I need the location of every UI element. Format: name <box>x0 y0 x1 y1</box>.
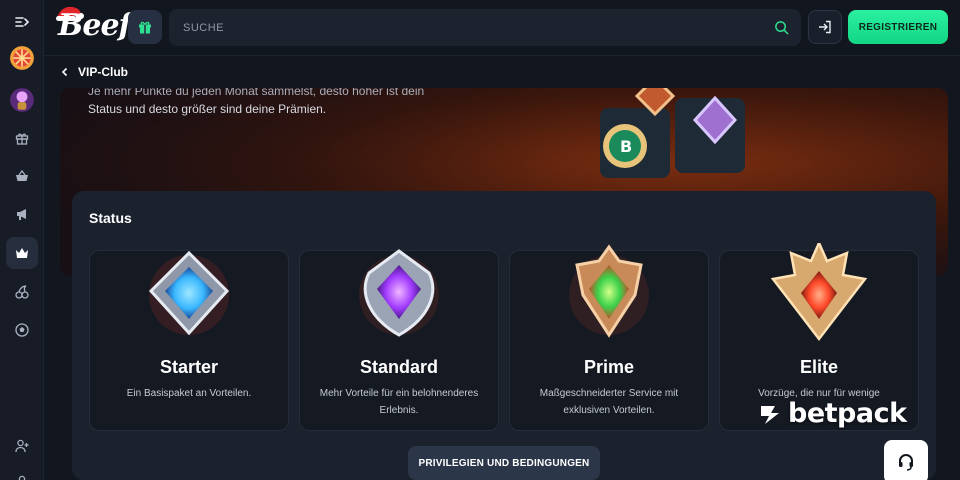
sidebar <box>0 0 44 480</box>
tier-name: Standard <box>359 357 438 377</box>
tier-description: Maßgeschneiderter Service mit exklusiven… <box>539 388 679 416</box>
crown-icon <box>16 248 28 258</box>
breadcrumb-label: VIP-Club <box>78 65 128 79</box>
top-header: Beef REGISTRIEREN <box>44 0 960 56</box>
sidebar-item-shop[interactable] <box>6 160 38 192</box>
prime-badge-icon <box>569 244 649 338</box>
tier-name: Prime <box>583 357 635 377</box>
watermark-text: betpack <box>788 397 907 429</box>
logo[interactable]: Beef <box>58 8 131 43</box>
sidebar-item-gifts[interactable] <box>6 122 38 154</box>
gift-button[interactable] <box>128 10 162 44</box>
banner-text-line-2: Status und desto größer sind deine Prämi… <box>88 102 327 116</box>
sidebar-toggle-icon <box>15 17 30 27</box>
register-button[interactable]: REGISTRIEREN <box>848 10 948 44</box>
gift-icon <box>15 133 29 145</box>
tier-name: Elite <box>799 357 838 377</box>
betpack-watermark: betpack <box>758 396 907 430</box>
status-title: Status <box>89 210 132 226</box>
banner-text-line-1: Je mehr Punkte du jeden Monat sammelst, … <box>88 88 425 98</box>
sidebar-item-vip[interactable] <box>6 237 38 269</box>
megaphone-icon <box>17 209 26 220</box>
sidebar-item-wheel[interactable] <box>6 42 38 74</box>
standard-badge-icon <box>359 249 439 337</box>
add-user-icon <box>15 439 29 453</box>
betpack-logo-icon <box>761 406 779 424</box>
support-chat-button[interactable] <box>884 440 928 480</box>
football-icon <box>15 323 29 337</box>
banner-text: Je mehr Punkte du jeden Monat sammelst, … <box>88 88 448 118</box>
tier-description: Mehr Vorteile für ein belohnenderes Erle… <box>319 388 479 416</box>
sidebar-item-bonus[interactable] <box>6 84 38 116</box>
wheel-icon <box>10 46 34 70</box>
user-icon <box>18 475 26 480</box>
login-icon <box>819 20 831 34</box>
status-panel: Status Starter Ein Basispaket an Vorteil… <box>72 191 936 480</box>
gift-icon <box>139 21 151 34</box>
search-icon[interactable] <box>774 20 789 35</box>
tier-card-prime[interactable]: Prime Maßgeschneiderter Service mit exkl… <box>509 244 709 431</box>
tier-card-starter[interactable]: Starter Ein Basispaket an Vorteilen. <box>89 250 289 431</box>
sidebar-item-sports[interactable] <box>6 314 38 346</box>
breadcrumb[interactable]: VIP-Club <box>60 62 128 82</box>
tier-card-standard[interactable]: Standard Mehr Vorteile für ein belohnend… <box>299 249 499 431</box>
tier-description: Ein Basispaket an Vorteilen. <box>126 388 252 399</box>
chevron-left-icon[interactable] <box>60 67 70 77</box>
sidebar-item-account[interactable] <box>6 466 38 480</box>
sidebar-item-promotions[interactable] <box>6 198 38 230</box>
starter-badge-icon <box>148 250 230 336</box>
bonus-icon <box>10 88 34 112</box>
sidebar-item-slots[interactable] <box>6 276 38 308</box>
tier-name: Starter <box>159 357 219 377</box>
svg-text:B: B <box>620 137 632 156</box>
search-bar <box>169 9 801 46</box>
sidebar-item-invite[interactable] <box>6 430 38 462</box>
cherry-icon <box>15 285 29 299</box>
login-button[interactable] <box>808 10 842 44</box>
elite-badge-icon <box>770 243 868 342</box>
headset-icon <box>899 454 913 471</box>
sidebar-toggle-button[interactable] <box>6 6 38 38</box>
privileges-button[interactable]: PRIVILEGIEN UND BEDINGUNGEN <box>408 446 600 480</box>
shop-icon <box>16 169 28 181</box>
vip-chips-illustration: B <box>600 88 745 178</box>
search-input[interactable] <box>183 21 743 34</box>
